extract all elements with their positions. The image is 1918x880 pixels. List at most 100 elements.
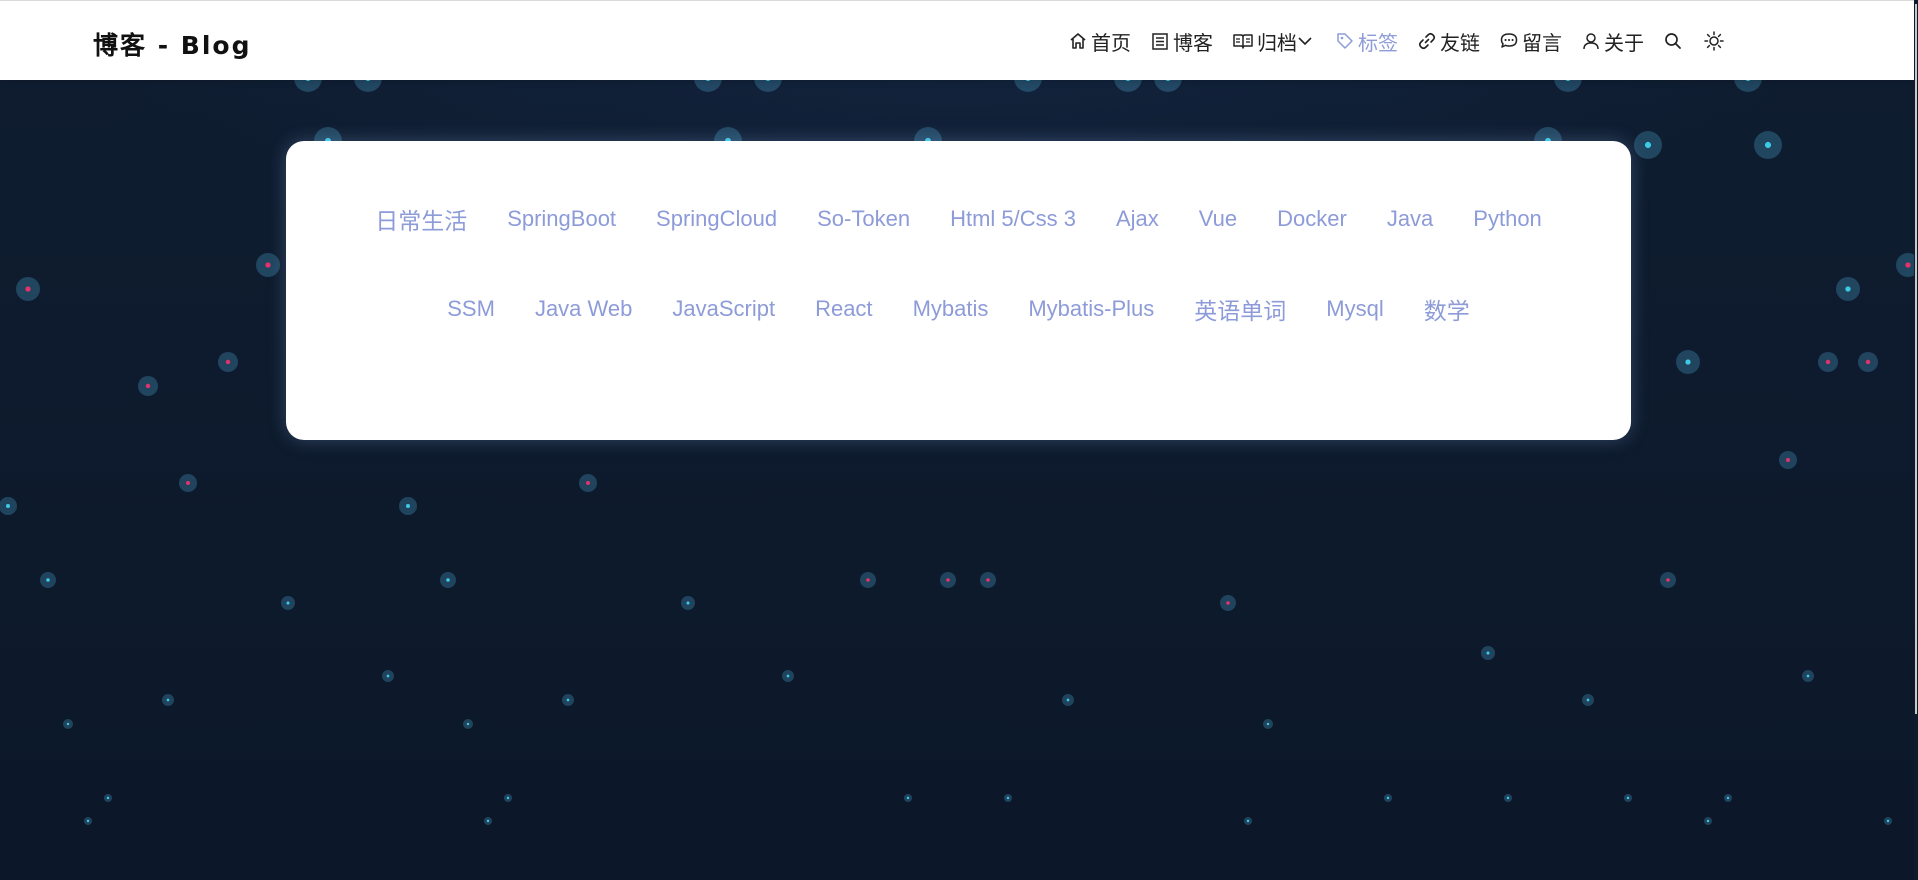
- particle-dot: [1764, 141, 1772, 149]
- particle-dot: [786, 674, 790, 678]
- site-brand[interactable]: 博客 - Blog: [93, 26, 251, 62]
- nav-label: 首页: [1091, 30, 1131, 55]
- particle-dot: [25, 286, 31, 292]
- tag-link[interactable]: SSM: [447, 296, 495, 322]
- tag-link[interactable]: Html 5/Css 3: [950, 206, 1076, 232]
- particle-dot: [1886, 819, 1890, 823]
- particle-dot: [1666, 578, 1670, 582]
- link-icon: [1418, 32, 1436, 50]
- particle-dot: [106, 796, 110, 800]
- tag-link[interactable]: Vue: [1199, 206, 1237, 232]
- particle-dot: [86, 819, 90, 823]
- particle-dot: [186, 481, 190, 485]
- particle-dot: [1706, 819, 1710, 823]
- tag-link[interactable]: Mysql: [1326, 296, 1383, 322]
- particle-dot: [1905, 262, 1911, 268]
- nav-label: 归档: [1257, 30, 1297, 55]
- book-icon: [1233, 34, 1253, 49]
- particle-dot: [145, 383, 151, 389]
- particle-background: [0, 64, 1918, 825]
- search-button[interactable]: [1663, 31, 1683, 51]
- particle-dot: [1825, 359, 1831, 365]
- nav-item-about[interactable]: 关于: [1581, 27, 1644, 56]
- tag-link[interactable]: Docker: [1277, 206, 1347, 232]
- particle-dot: [1226, 601, 1230, 605]
- nav-label: 留言: [1522, 30, 1562, 55]
- tag-link[interactable]: Mybatis-Plus: [1028, 296, 1154, 322]
- particle-dot: [1486, 651, 1490, 655]
- theme-toggle-button[interactable]: [1703, 30, 1725, 52]
- particle-dot: [406, 504, 410, 508]
- tag-link[interactable]: 英语单词: [1194, 292, 1286, 326]
- nav-item-tags[interactable]: 标签: [1335, 27, 1398, 56]
- particle-dot: [1506, 796, 1510, 800]
- particle-dot: [46, 578, 50, 582]
- chevron-down-icon: [1298, 37, 1312, 46]
- theme-sun-icon: [1704, 31, 1724, 51]
- home-icon: [1070, 33, 1086, 49]
- page-scrollbar[interactable]: [1914, 0, 1918, 880]
- particle-dot: [506, 796, 510, 800]
- particle-dot: [566, 698, 570, 702]
- particle-dot: [166, 698, 170, 702]
- tag-link[interactable]: SpringCloud: [656, 206, 777, 232]
- tag-cloud-card: 日常生活 SpringBoot SpringCloud So-Token Htm…: [286, 141, 1631, 440]
- nav-label: 标签: [1358, 30, 1398, 55]
- particle-dot: [906, 796, 910, 800]
- particle-dot: [66, 722, 70, 726]
- particle-dot: [866, 578, 870, 582]
- particle-dot: [225, 359, 231, 365]
- particle-dot: [586, 481, 590, 485]
- particle-dot: [1685, 359, 1691, 365]
- particle-dot: [1066, 698, 1070, 702]
- particle-dot: [1586, 698, 1590, 702]
- tag-row: SSM Java Web JavaScript React Mybatis My…: [286, 289, 1631, 326]
- nav-item-links[interactable]: 友链: [1417, 27, 1480, 56]
- particle-dot: [1246, 819, 1250, 823]
- tag-link[interactable]: Mybatis: [913, 296, 989, 322]
- scrollbar-thumb[interactable]: [1915, 4, 1917, 714]
- tag-icon: [1337, 33, 1353, 49]
- nav-item-messages[interactable]: 留言: [1499, 27, 1562, 56]
- particle-dot: [1006, 796, 1010, 800]
- tag-link[interactable]: So-Token: [817, 206, 910, 232]
- nav-item-home[interactable]: 首页: [1068, 27, 1131, 56]
- particle-dot: [466, 722, 470, 726]
- nav-label: 关于: [1604, 30, 1644, 55]
- nav-item-blog[interactable]: 博客: [1150, 27, 1213, 56]
- nav-label: 友链: [1440, 30, 1480, 55]
- particle-dot: [265, 262, 271, 268]
- particle-dot: [486, 819, 490, 823]
- particle-dot: [686, 601, 690, 605]
- particle-dot: [1865, 359, 1871, 365]
- particle-dot: [286, 601, 290, 605]
- particle-dot: [1726, 796, 1730, 800]
- top-navbar: 博客 - Blog 首页 博客 归档 标签 友链 留言 关于: [0, 0, 1918, 80]
- search-icon: [1665, 33, 1681, 49]
- particle-dot: [1266, 722, 1270, 726]
- particle-dot: [1626, 796, 1630, 800]
- tag-link[interactable]: 日常生活: [375, 202, 467, 236]
- tag-link[interactable]: React: [815, 296, 872, 322]
- tag-link[interactable]: JavaScript: [672, 296, 775, 322]
- nav-label: 博客: [1173, 30, 1213, 55]
- particle-dot: [946, 578, 950, 582]
- tag-link[interactable]: Ajax: [1116, 206, 1159, 232]
- nav-item-archive[interactable]: 归档: [1232, 27, 1316, 56]
- list-icon: [1152, 33, 1168, 50]
- particle-dot: [1806, 674, 1810, 678]
- particle-dot: [1644, 141, 1652, 149]
- particle-dot: [986, 578, 990, 582]
- particle-dot: [1386, 796, 1390, 800]
- tag-link[interactable]: 数学: [1424, 292, 1470, 326]
- particle-dot: [446, 578, 450, 582]
- particle-dot: [1786, 458, 1790, 462]
- message-icon: [1500, 33, 1518, 48]
- tag-link[interactable]: Java: [1387, 206, 1433, 232]
- particle-dot: [386, 674, 390, 678]
- main-nav: 首页 博客 归档 标签 友链 留言 关于: [1068, 27, 1745, 56]
- user-icon: [1583, 33, 1599, 50]
- tag-link[interactable]: SpringBoot: [507, 206, 616, 232]
- tag-link[interactable]: Java Web: [535, 296, 632, 322]
- tag-link[interactable]: Python: [1473, 206, 1542, 232]
